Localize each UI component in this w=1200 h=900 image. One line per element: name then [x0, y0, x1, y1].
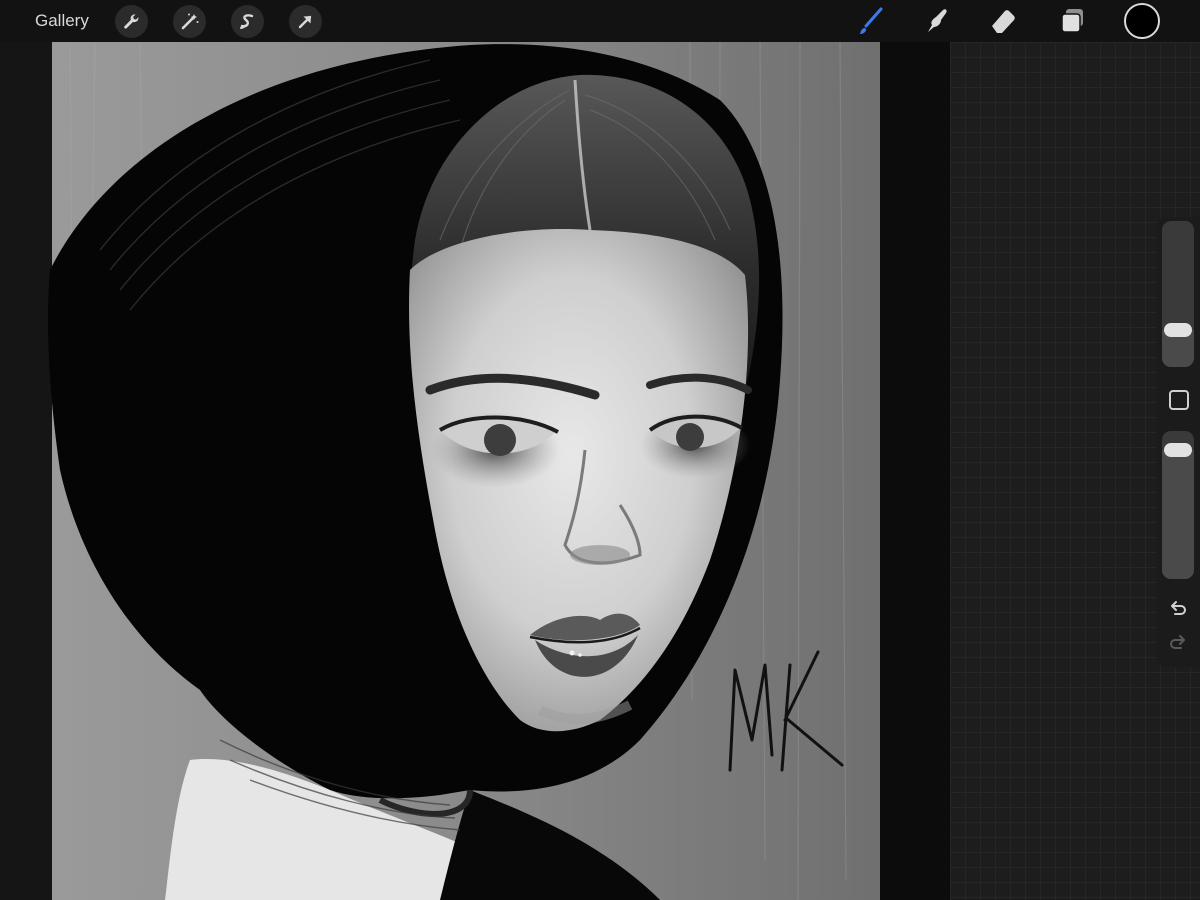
redo-icon [1170, 635, 1185, 649]
selection-icon [240, 14, 254, 29]
adjustments-button[interactable] [173, 5, 206, 38]
drawing-canvas[interactable]: MK [0, 42, 950, 900]
layers-tool-button[interactable] [1055, 3, 1091, 39]
brush-opacity-fill [1162, 450, 1194, 579]
gallery-button[interactable]: Gallery [35, 10, 89, 32]
transform-icon [298, 15, 312, 29]
eraser-icon [992, 10, 1015, 33]
eraser-tool-button[interactable] [985, 3, 1021, 39]
transform-button[interactable] [289, 5, 322, 38]
undo-button[interactable] [1166, 597, 1190, 621]
actions-icon [124, 14, 139, 29]
top-toolbar: Gallery [0, 0, 1200, 42]
brush-opacity-thumb[interactable] [1164, 443, 1192, 458]
brush-icon [860, 7, 883, 34]
modify-button[interactable] [1169, 390, 1189, 410]
layers-icon [1061, 9, 1083, 33]
undo-icon [1171, 601, 1186, 615]
brush-opacity-slider[interactable] [1162, 431, 1194, 579]
selection-button[interactable] [231, 5, 264, 38]
color-picker-button[interactable] [1124, 3, 1160, 39]
brush-tool-button[interactable] [852, 3, 888, 39]
brush-size-slider[interactable] [1162, 221, 1194, 367]
smudge-tool-button[interactable] [919, 3, 955, 39]
redo-button[interactable] [1166, 631, 1190, 655]
adjustments-icon [181, 13, 199, 30]
brush-size-thumb[interactable] [1164, 323, 1192, 337]
actions-button[interactable] [115, 5, 148, 38]
artwork-illustration: MK [0, 42, 950, 900]
sidebar-panel [1156, 217, 1200, 667]
smudge-icon [928, 9, 947, 32]
